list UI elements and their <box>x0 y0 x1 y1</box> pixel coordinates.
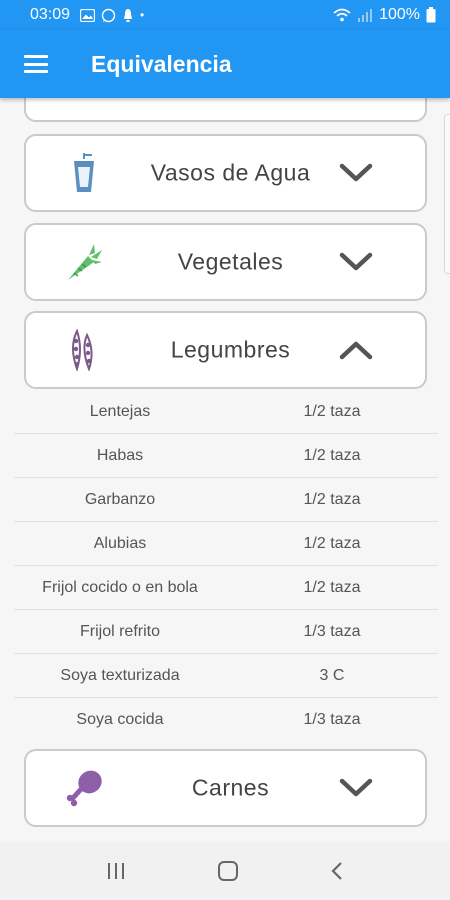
accordion-carnes[interactable]: Carnes <box>24 749 427 827</box>
food-portion: 1/3 taza <box>303 711 361 728</box>
food-portion: 1/2 taza <box>303 578 361 596</box>
table-row: Lentejas 1/2 taza <box>14 390 438 434</box>
accordion-label: Legumbres <box>170 336 291 363</box>
food-name: Soya texturizada <box>60 666 180 684</box>
table-row: Frijol refrito 1/3 taza <box>14 610 438 654</box>
chevron-up-icon[interactable] <box>339 339 373 361</box>
wifi-icon <box>333 8 351 22</box>
legumbres-table: Lentejas 1/2 taza Habas 1/2 taza Garbanzo 1… <box>14 390 438 742</box>
back-icon[interactable] <box>330 861 344 881</box>
table-row: Habas 1/2 taza <box>14 434 438 478</box>
signal-icon <box>358 9 373 22</box>
notification-icon <box>124 8 133 22</box>
accordion-card-partial[interactable] <box>24 98 427 122</box>
food-name: Garbanzo <box>84 490 156 508</box>
chicken-leg-icon <box>64 767 104 809</box>
scroll-indicator[interactable] <box>444 114 450 274</box>
dot-icon: • <box>140 8 145 22</box>
hamburger-menu-icon[interactable] <box>24 55 48 73</box>
page-title: Equivalencia <box>91 50 232 77</box>
table-row: Garbanzo 1/2 taza <box>14 478 438 522</box>
battery-icon <box>426 7 436 23</box>
pea-pod-icon <box>64 329 104 371</box>
accordion-label: Vegetales <box>177 248 284 275</box>
app-bar: Equivalencia <box>0 30 450 98</box>
status-time: 03:09 <box>30 6 71 23</box>
status-bar: 03:09 • 100% <box>0 0 450 30</box>
gallery-icon <box>80 8 96 22</box>
table-row: Soya cocida 1/3 taza <box>14 698 438 742</box>
food-portion: 1/2 taza <box>303 446 361 464</box>
food-name: Habas <box>96 446 144 464</box>
table-row: Alubias 1/2 taza <box>14 522 438 566</box>
chevron-down-icon[interactable] <box>339 162 373 184</box>
food-portion: 1/2 taza <box>303 402 361 420</box>
chevron-down-icon[interactable] <box>339 251 373 273</box>
food-portion: 1/2 taza <box>303 490 361 508</box>
food-name: Soya cocida <box>76 711 164 728</box>
home-icon[interactable] <box>217 860 239 882</box>
table-row: Soya texturizada 3 C <box>14 654 438 698</box>
content-area[interactable]: Vasos de Agua Vegetales Legumbres Lentej… <box>0 98 450 842</box>
water-glass-icon <box>64 152 104 194</box>
system-navigation-bar <box>0 842 450 900</box>
accordion-vegetales[interactable]: Vegetales <box>24 223 427 301</box>
chevron-down-icon[interactable] <box>339 777 373 799</box>
food-portion: 1/3 taza <box>303 622 361 640</box>
accordion-label: Vasos de Agua <box>150 159 311 186</box>
table-row: Frijol cocido o en bola 1/2 taza <box>14 566 438 610</box>
food-name: Frijol cocido o en bola <box>42 578 198 596</box>
whatsapp-icon <box>101 8 116 22</box>
accordion-label: Carnes <box>191 774 270 801</box>
food-name: Lentejas <box>89 402 151 420</box>
battery-percent: 100% <box>379 6 420 23</box>
status-notification-icons: • <box>80 8 144 23</box>
food-portion: 3 C <box>319 666 345 684</box>
accordion-vasos-de-agua[interactable]: Vasos de Agua <box>24 134 427 212</box>
carrot-icon <box>64 241 104 283</box>
food-name: Alubias <box>93 534 147 552</box>
food-portion: 1/2 taza <box>303 534 361 552</box>
recent-apps-icon[interactable] <box>106 862 126 880</box>
accordion-legumbres[interactable]: Legumbres <box>24 311 427 389</box>
food-name: Frijol refrito <box>79 622 160 640</box>
